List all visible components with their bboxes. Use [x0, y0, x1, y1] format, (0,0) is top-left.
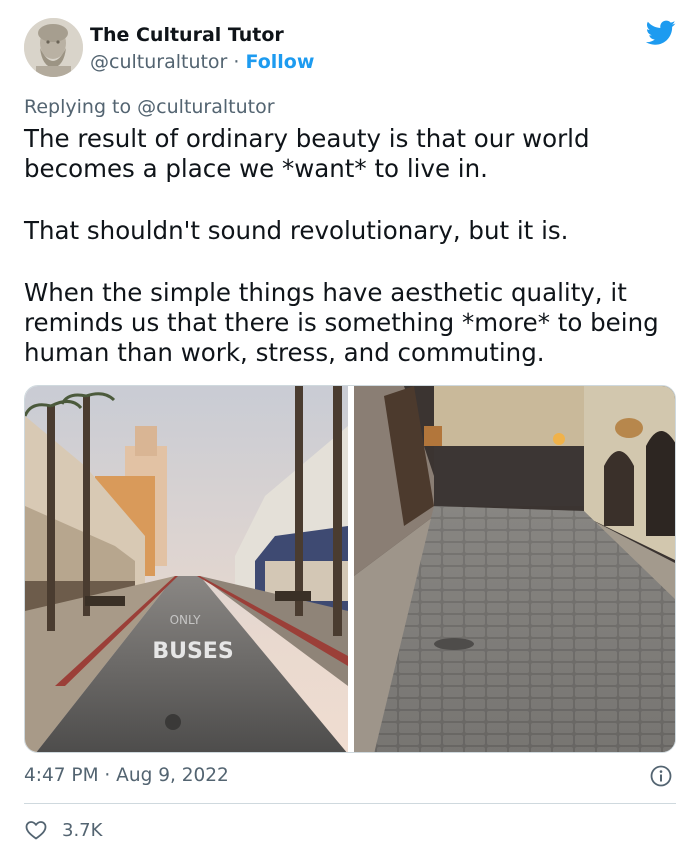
reply-prefix: Replying to	[24, 96, 132, 118]
tweet-card: The Cultural Tutor @culturaltutor · Foll…	[0, 0, 700, 856]
bust-portrait-image	[24, 18, 83, 77]
street-palms-photo[interactable]: ONLY BUSES	[25, 386, 348, 752]
tweet-paragraph: The result of ordinary beauty is that ou…	[24, 124, 590, 183]
replying-to: Replying to @culturaltutor	[24, 96, 275, 118]
street-palms-image: ONLY BUSES	[25, 386, 348, 752]
author-handle-line: @culturaltutor · Follow	[90, 51, 314, 73]
cobblestone-street-photo[interactable]	[354, 386, 675, 752]
separator-dot: ·	[233, 51, 240, 73]
info-icon[interactable]	[650, 765, 672, 787]
follow-button[interactable]: Follow	[246, 51, 315, 73]
tweet-timestamp[interactable]: 4:47 PM · Aug 9, 2022	[24, 765, 229, 786]
media-grid: ONLY BUSES	[24, 385, 676, 753]
heart-icon	[25, 821, 47, 840]
svg-text:ONLY: ONLY	[170, 613, 202, 627]
author-handle[interactable]: @culturaltutor	[90, 51, 227, 73]
buses-lane-text: BUSES	[152, 639, 233, 664]
author-name[interactable]: The Cultural Tutor	[90, 24, 284, 46]
like-button[interactable]: 3.7K	[24, 818, 102, 842]
reply-handle-link[interactable]: @culturaltutor	[137, 96, 274, 118]
cobblestone-street-image	[354, 386, 675, 752]
tweet-text: The result of ordinary beauty is that ou…	[24, 124, 674, 368]
tweet-paragraph: When the simple things have aesthetic qu…	[24, 278, 659, 367]
tweet-paragraph: That shouldn't sound revolutionary, but …	[24, 216, 569, 245]
avatar[interactable]	[24, 18, 83, 77]
like-count: 3.7K	[62, 819, 103, 841]
divider	[24, 803, 676, 804]
twitter-bird-icon[interactable]	[646, 20, 676, 46]
